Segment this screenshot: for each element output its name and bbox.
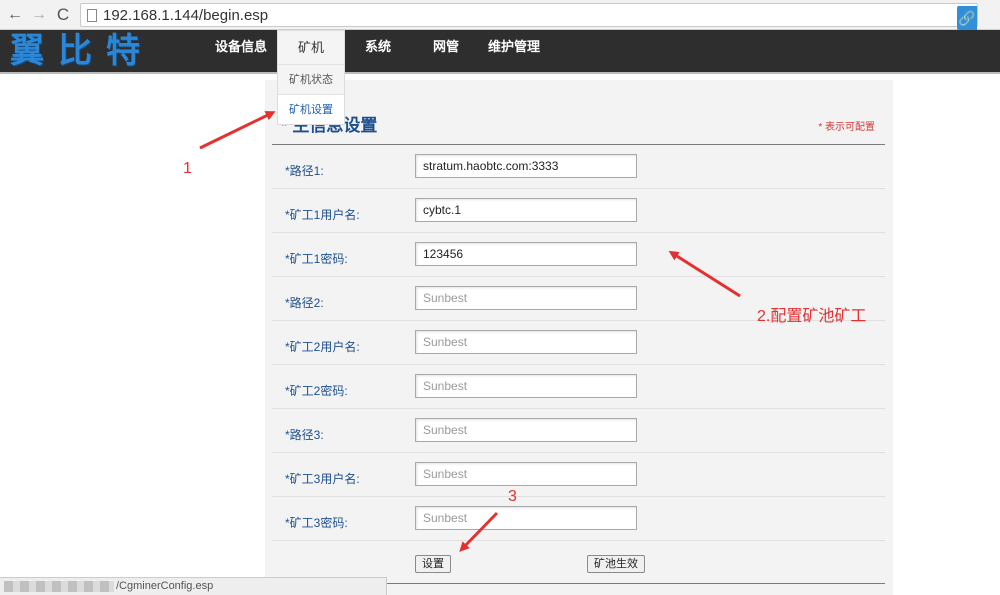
menu-item-system[interactable]: 系统	[365, 30, 391, 64]
worker2-password-label: *矿工2密码:	[285, 384, 348, 398]
worker2-username-input[interactable]	[415, 330, 637, 354]
address-bar[interactable]: 192.168.1.144/begin.esp 🔗	[80, 3, 978, 30]
menu-item-network[interactable]: 网管	[433, 30, 459, 64]
blurred-status-text	[4, 581, 114, 592]
reload-icon[interactable]: C	[52, 4, 74, 26]
pool2-url-input[interactable]	[415, 286, 637, 310]
settings-panel: * 主信息设置 * 表示可配置 *路径1: *矿工1用户名: *矿工1密码: *…	[265, 80, 893, 595]
site-logo: 翼比特	[10, 31, 154, 71]
menu-item-miner[interactable]: 矿机	[277, 30, 345, 64]
back-arrow-icon[interactable]: ←	[4, 4, 26, 26]
page-icon	[87, 9, 97, 22]
worker1-username-input[interactable]	[415, 198, 637, 222]
form-row-worker1-username: *矿工1用户名:	[272, 189, 885, 233]
annotation-step-1: 1	[183, 160, 192, 177]
set-button[interactable]: 设置	[415, 555, 451, 573]
url-text[interactable]: 192.168.1.144/begin.esp	[103, 7, 268, 24]
form-row-pool3-url: *路径3:	[272, 409, 885, 453]
browser-toolbar: ← → C 192.168.1.144/begin.esp 🔗	[0, 0, 1000, 30]
worker3-username-input[interactable]	[415, 462, 637, 486]
form-row-worker3-password: *矿工3密码:	[272, 497, 885, 541]
worker1-password-label: *矿工1密码:	[285, 252, 348, 266]
dropdown-item-miner-settings[interactable]: 矿机设置	[278, 94, 344, 124]
worker1-username-label: *矿工1用户名:	[285, 208, 360, 222]
form-row-worker1-password: *矿工1密码:	[272, 233, 885, 277]
pool3-url-input[interactable]	[415, 418, 637, 442]
status-url-text: /CgminerConfig.esp	[116, 580, 214, 592]
pool3-url-label: *路径3:	[285, 428, 324, 442]
annotation-step-2: 2.配置矿池矿工	[757, 308, 867, 325]
worker3-password-input[interactable]	[415, 506, 637, 530]
form-row-worker3-username: *矿工3用户名:	[272, 453, 885, 497]
forward-arrow-icon[interactable]: →	[28, 4, 50, 26]
site-navbar: 翼比特 设备信息 矿机 系统 网管 维护管理	[0, 30, 1000, 72]
form-row-worker2-password: *矿工2密码:	[272, 365, 885, 409]
pool2-url-label: *路径2:	[285, 296, 324, 310]
menu-item-maintenance[interactable]: 维护管理	[488, 30, 540, 64]
annotation-arrow-1	[199, 111, 276, 150]
worker2-password-input[interactable]	[415, 374, 637, 398]
apply-pool-button[interactable]: 矿池生效	[587, 555, 645, 573]
link-extension-icon[interactable]: 🔗	[957, 6, 977, 30]
configurable-hint: * 表示可配置	[818, 122, 875, 133]
worker2-username-label: *矿工2用户名:	[285, 340, 360, 354]
navbar-shadow	[0, 72, 1000, 74]
browser-status-bar: /CgminerConfig.esp	[0, 577, 387, 595]
form-row-worker2-username: *矿工2用户名:	[272, 321, 885, 365]
pool1-url-label: *路径1:	[285, 164, 324, 178]
worker3-password-label: *矿工3密码:	[285, 516, 348, 530]
menu-item-device-info[interactable]: 设备信息	[215, 30, 267, 64]
annotation-step-3: 3	[508, 488, 517, 505]
form-row-pool1-url: *路径1:	[272, 145, 885, 189]
pool1-url-input[interactable]	[415, 154, 637, 178]
dropdown-item-miner-status[interactable]: 矿机状态	[278, 64, 344, 94]
worker3-username-label: *矿工3用户名:	[285, 472, 360, 486]
miner-dropdown-menu: 矿机状态 矿机设置	[277, 64, 345, 125]
worker1-password-input[interactable]	[415, 242, 637, 266]
